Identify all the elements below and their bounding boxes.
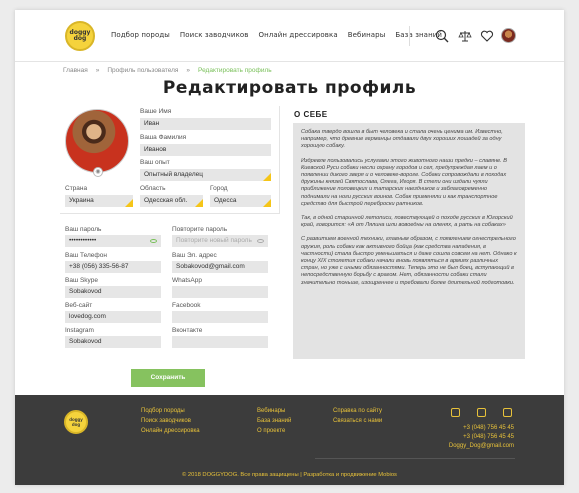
vk-label: Вконтакте [172, 327, 203, 334]
footer-link[interactable]: База знаний [257, 418, 291, 424]
about-title-text: О себе [294, 110, 328, 119]
nav-online-training[interactable]: Онлайн дрессировка [259, 31, 338, 39]
skype-field[interactable]: Sobakovod [65, 286, 161, 298]
breadcrumb: Главная » Профиль пользователя » Редакти… [63, 67, 272, 74]
password-label: Ваш пароль [65, 226, 102, 233]
breadcrumb-separator: » [186, 67, 191, 74]
vk-icon[interactable] [451, 408, 460, 417]
logo[interactable]: doggy dog [65, 21, 95, 51]
main-nav: Подбор породы Поиск заводчиков Онлайн др… [111, 31, 442, 39]
breadcrumb-separator: » [95, 67, 100, 74]
breadcrumb-profile[interactable]: Профиль пользователя [107, 67, 178, 74]
vk-field[interactable] [172, 336, 268, 348]
nav-webinars[interactable]: Вебинары [348, 31, 386, 39]
password-value: •••••••••••• [69, 237, 97, 244]
experience-select[interactable]: Опытный владелец [140, 169, 271, 181]
scales-icon[interactable] [458, 29, 472, 43]
facebook-label: Facebook [172, 302, 201, 309]
footer-link[interactable]: Онлайн дрессировка [141, 428, 200, 434]
about-textarea[interactable]: Собака твердо вошла в быт человека и ста… [293, 123, 525, 359]
footer-link[interactable]: Вебинары [257, 408, 291, 414]
email-field[interactable]: Sobakovod@gmail.com [172, 261, 268, 273]
eye-icon[interactable] [150, 239, 157, 243]
repeat-password-placeholder: Повторите новый пароль [176, 237, 252, 244]
repeat-password-label: Повторите пароль [172, 226, 228, 233]
whatsapp-label: WhatsApp [172, 277, 202, 284]
instagram-field[interactable]: Sobakovod [65, 336, 161, 348]
footer-link[interactable]: Подбор породы [141, 408, 200, 414]
footer-logo-text: doggy dog [69, 417, 83, 427]
phone-label: Ваш Телефон [65, 252, 107, 259]
profile-panel: ◉ Ваше Имя Иван Ваша Фамилия Иванов Ваш … [60, 106, 280, 214]
footer-divider [315, 458, 515, 459]
breadcrumb-home[interactable]: Главная [63, 67, 88, 74]
website-label: Веб-сайт [65, 302, 93, 309]
facebook-icon[interactable] [477, 408, 486, 417]
footer-link[interactable]: Справка по сайту [333, 408, 382, 414]
last-name-field[interactable]: Иванов [140, 144, 271, 156]
header-divider [409, 26, 410, 46]
facebook-field[interactable] [172, 311, 268, 323]
logo-text: doggy dog [69, 29, 91, 42]
region-label: Область [140, 185, 166, 192]
city-label: Город [210, 185, 228, 192]
instagram-label: Instagram [65, 327, 94, 334]
about-paragraph: С развитием военной техники, главным обр… [301, 236, 517, 286]
about-paragraph: Издревле пользовались услугами этого жив… [301, 157, 507, 207]
breadcrumb-current: Редактировать профиль [198, 67, 272, 74]
first-name-label: Ваше Имя [140, 108, 172, 115]
city-select[interactable]: Одесса [210, 195, 271, 207]
repeat-password-field[interactable]: Повторите новый пароль [172, 235, 268, 247]
password-field[interactable]: •••••••••••• [65, 235, 161, 247]
nav-breeder-search[interactable]: Поиск заводчиков [180, 31, 249, 39]
nav-breed-selection[interactable]: Подбор породы [111, 31, 170, 39]
last-name-label: Ваша Фамилия [140, 134, 187, 141]
footer-email[interactable]: Doggy_Dog@gmail.com [449, 443, 514, 449]
footer-col-3: Справка по сайту Связаться с нами [333, 408, 382, 424]
save-button[interactable]: Сохранить [131, 369, 205, 387]
skype-label: Ваш Skype [65, 277, 99, 284]
about-paragraph: Собака твердо вошла в быт человека и ста… [301, 129, 503, 150]
footer-link[interactable]: О проекте [257, 428, 291, 434]
eye-icon[interactable] [257, 239, 264, 243]
first-name-field[interactable]: Иван [140, 118, 271, 130]
header: doggy dog Подбор породы Поиск заводчиков… [15, 10, 564, 62]
about-paragraph: Так, в одной старинной летописи, повеств… [301, 215, 513, 229]
footer-col-2: Вебинары База знаний О проекте [257, 408, 291, 434]
footer-col-1: Подбор породы Поиск заводчиков Онлайн др… [141, 408, 200, 434]
footer-phone[interactable]: +3 (048) 756 45 45 [463, 425, 514, 431]
about-title: О себе [294, 110, 328, 119]
footer-logo[interactable]: doggy dog [64, 410, 88, 434]
page-title: Редактировать профиль [162, 78, 417, 98]
profile-photo[interactable] [65, 109, 129, 173]
user-avatar[interactable] [501, 28, 516, 43]
country-label: Страна [65, 185, 88, 192]
copyright: © 2018 DOGGYDOG. Все права защищены | Ра… [182, 472, 397, 478]
email-label: Ваш Эл. адрес [172, 252, 217, 259]
region-select[interactable]: Одесская обл. [140, 195, 203, 207]
footer-link[interactable]: Связаться с нами [333, 418, 382, 424]
search-icon[interactable] [435, 29, 449, 43]
country-select[interactable]: Украина [65, 195, 133, 207]
whatsapp-field[interactable] [172, 286, 268, 298]
camera-icon[interactable]: ◉ [93, 167, 103, 177]
page: doggy dog Подбор породы Поиск заводчиков… [15, 10, 564, 485]
website-field[interactable]: lovedog.com [65, 311, 161, 323]
phone-field[interactable]: +38 (056) 335-56-87 [65, 261, 161, 273]
heart-icon[interactable] [480, 29, 494, 43]
footer-contacts: +3 (048) 756 45 45 +3 (048) 756 45 45 Do… [449, 425, 514, 449]
instagram-icon[interactable] [503, 408, 512, 417]
footer-phone[interactable]: +3 (048) 756 45 45 [463, 434, 514, 440]
footer-link[interactable]: Поиск заводчиков [141, 418, 200, 424]
experience-label: Ваш опыт [140, 159, 170, 166]
footer: doggy dog Подбор породы Поиск заводчиков… [15, 395, 564, 485]
